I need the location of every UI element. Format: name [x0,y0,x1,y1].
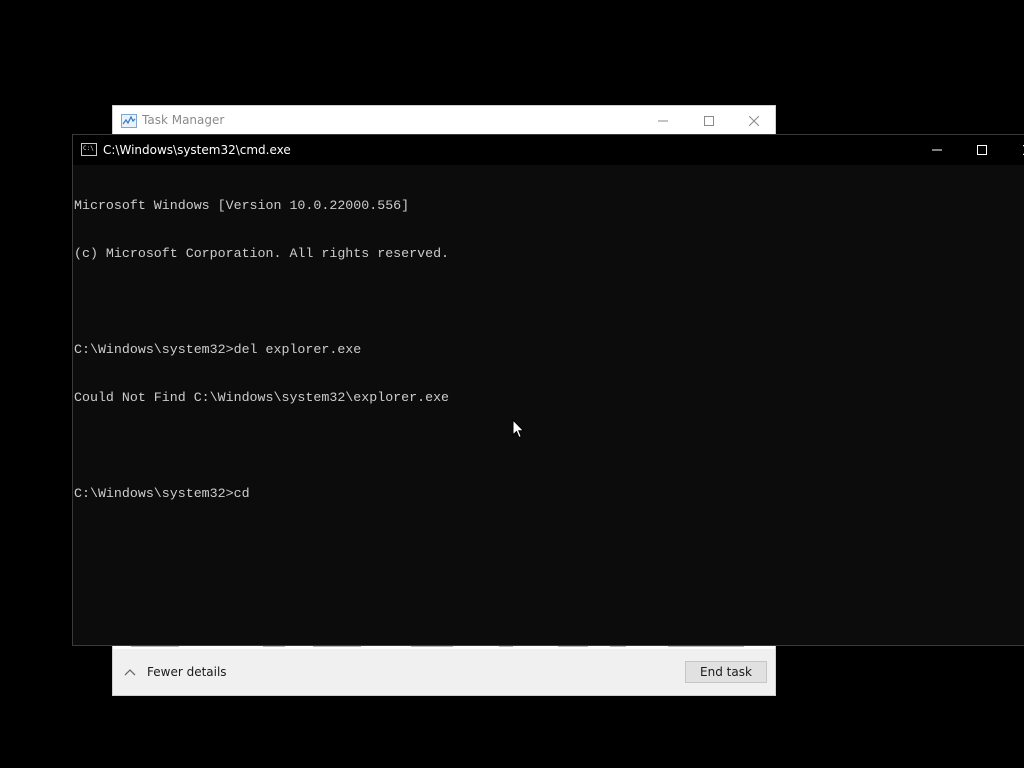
cmd-app-icon: C:\ [81,143,97,156]
task-manager-chart-icon [121,113,137,128]
cmd-title: C:\Windows\system32\cmd.exe [103,143,291,157]
console-output[interactable]: Microsoft Windows [Version 10.0.22000.55… [74,166,1018,644]
fewer-details-label: Fewer details [147,665,227,679]
console-line: Microsoft Windows [Version 10.0.22000.55… [74,198,410,213]
task-manager-close-button[interactable] [731,106,777,135]
fewer-details-toggle[interactable]: Fewer details [123,661,227,683]
mouse-pointer-icon [512,419,525,439]
end-task-button[interactable]: End task [685,661,767,683]
minimize-icon [658,120,668,121]
task-manager-footer: Fewer details End task [113,649,775,695]
cmd-icon-glyph: C:\ [83,145,94,152]
task-manager-title: Task Manager [142,113,225,127]
task-manager-minimize-button[interactable] [640,106,686,135]
maximize-icon [704,115,714,126]
task-manager-titlebar[interactable]: Task Manager [113,106,775,135]
close-icon [749,115,759,126]
cmd-titlebar[interactable]: C:\ C:\Windows\system32\cmd.exe [73,135,1024,165]
console-line: (c) Microsoft Corporation. All rights re… [74,246,450,261]
task-manager-maximize-button[interactable] [686,106,732,135]
minimize-icon [932,149,942,151]
console-line: C:\Windows\system32>del explorer.exe [74,342,362,357]
console-line: Could Not Find C:\Windows\system32\explo… [74,390,450,405]
desktop: Task Manager Fewer details End task C:\ … [0,0,1024,768]
cmd-maximize-button[interactable] [959,135,1005,165]
cmd-window[interactable]: C:\ C:\Windows\system32\cmd.exe Microsof… [72,134,1024,646]
maximize-icon [977,145,987,155]
console-input-line[interactable]: C:\Windows\system32>cd [74,486,1018,502]
chevron-up-icon [123,665,137,679]
cmd-close-button[interactable] [1005,135,1024,165]
cmd-minimize-button[interactable] [914,135,960,165]
